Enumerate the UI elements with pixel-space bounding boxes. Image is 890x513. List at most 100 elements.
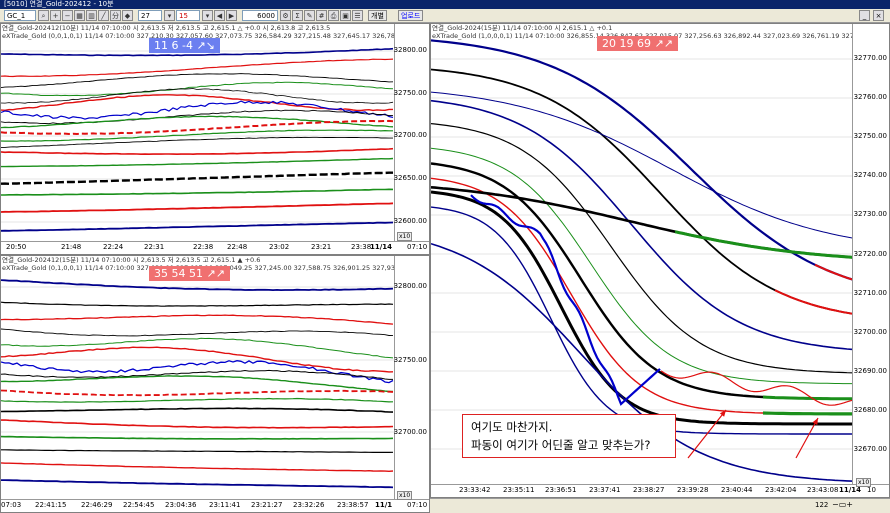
price-chart[interactable] [1,24,396,242]
individual-button[interactable]: 개별 [368,10,387,21]
y-tick-label: 32750.00 [393,356,427,364]
symbol-input[interactable]: GC_1 [4,10,36,21]
scale-button[interactable]: x10 [397,232,413,241]
chart-toolbar: GC_1 ⌕ + − ▦ ▥ ╱ 分 ◆ 27 ▾ 15 ▾ ◀ ▶ 6000 … [0,9,430,23]
apply-icon[interactable]: ⚙ [280,10,291,21]
y-axis: 32800.00 32750.00 32700.00 [394,256,429,500]
x-axis: 23:33:42 23:35:11 23:36:51 23:37:41 23:3… [431,484,889,497]
indicator-line [1,337,394,359]
signal-badge: 35 54 51 ↗↗ [149,266,230,281]
y-tick-label: 32670.00 [853,445,887,453]
price-chart[interactable] [1,256,396,502]
prev-icon[interactable]: ◀ [214,10,225,21]
chart-panel-bottom-left[interactable]: 연결_Gold-202412(15분) 11/14 07:10:00 시 2,6… [0,255,430,513]
window-title: [5010] 연결_Gold-202412 - 10분 [0,0,890,9]
x-tick-label: 21:48 [61,243,82,251]
indicator-line [1,419,394,429]
x-tick-label: 23:02 [269,243,290,251]
bar-icon[interactable]: ▥ [86,10,97,21]
line-icon[interactable]: ╱ [98,10,109,21]
indicator-line [762,411,855,416]
next-icon[interactable]: ▶ [226,10,237,21]
settings-icon[interactable]: ☰ [352,10,363,21]
y-tick-label: 32770.00 [853,54,887,62]
y-tick-label: 32690.00 [853,367,887,375]
x-axis: 20:50 21:48 22:24 22:31 22:38 22:48 23:0… [1,241,429,254]
tick-icon[interactable]: ◆ [122,10,133,21]
minimize-icon[interactable]: _ [859,10,870,21]
x-tick-label: 23:04:36 [165,501,197,509]
y-tick-label: 32720.00 [853,250,887,258]
chart-panel-top-left[interactable]: 연결_Gold-202412(10분) 11/14 07:10:00 시 2,6… [0,23,430,255]
search-icon[interactable]: ⌕ [38,10,49,21]
x-tick-label: 11/14 [370,243,393,251]
zoom-controls-icon[interactable]: −▭+ [832,500,853,509]
chevron-down-icon[interactable]: ▾ [164,10,175,21]
x-tick-label: 23:21 [311,243,332,251]
indicator-line [1,171,393,186]
y-tick-label: 32700.00 [393,131,427,139]
x-tick-label: 07:03 [1,501,22,509]
x-tick-label: 23:32:26 [293,501,325,509]
period2-input[interactable]: 15 [176,10,200,21]
x-tick-label: 23:39:28 [677,486,709,494]
x-tick-label: 22:38 [193,243,214,251]
x-tick-label: 23:40:44 [721,486,753,494]
zoom-level: 122 [815,501,829,509]
annotation-line: 여기도 마찬가지. [471,420,553,434]
indicator-line [1,147,394,156]
x-tick-label: 23:33:42 [459,486,491,494]
x-tick-label: 23:21:27 [251,501,283,509]
scale-button[interactable]: x10 [856,478,872,487]
indicator-line [1,375,393,393]
indicator-line [431,206,855,435]
indicator-line [431,147,855,385]
signal-badge: 20 19 69 ↗↗ [597,36,678,51]
annotation-line: 파동이 여기가 어딘줄 알고 맞추는가? [471,438,651,452]
y-tick-label: 32760.00 [853,93,887,101]
draw-icon[interactable]: ✎ [304,10,315,21]
indicator-line [1,301,394,307]
period-input[interactable]: 27 [138,10,162,21]
x-tick-label: 22:24 [103,243,124,251]
y-tick-label: 32750.00 [853,132,887,140]
x-tick-label: 23:35:11 [503,486,535,494]
count-input[interactable]: 6000 [242,10,278,21]
right-toolbar: _ × [430,9,890,23]
indicator-line [1,202,394,213]
x-tick-label: 07:10 [407,501,428,509]
scale-button[interactable]: x10 [397,491,413,500]
y-axis: 32770.00 32760.00 32750.00 32740.00 3273… [852,24,889,485]
x-tick-label: 11/1 [375,501,393,509]
indicator-line [1,369,393,380]
x-tick-label: 20:50 [6,243,27,251]
x-tick-label: 23:11:41 [209,501,241,509]
indicator-line [1,119,394,136]
upload-button[interactable]: 업로드 [398,10,424,21]
chart-scrollbar[interactable]: 122 −▭+ [430,498,890,513]
indicator-line [431,39,855,282]
y-tick-label: 32680.00 [853,406,887,414]
chart-icon[interactable]: ▦ [74,10,85,21]
x-tick-label: 23:38:27 [633,486,665,494]
close-icon[interactable]: × [873,10,884,21]
y-tick-label: 32700.00 [393,428,427,436]
zoom-out-icon[interactable]: − [62,10,73,21]
x-tick-label: 11/14 [839,486,862,494]
x-tick-label: 22:31 [144,243,165,251]
zoom-in-icon[interactable]: + [50,10,61,21]
print-icon[interactable]: ⎙ [328,10,339,21]
chevron-down-icon[interactable]: ▾ [202,10,213,21]
indicator-line [1,360,394,384]
minute-icon[interactable]: 分 [110,10,121,21]
indicator-line [1,94,393,112]
x-tick-label: 10 [867,486,876,494]
x-tick-label: 23:38 [351,243,372,251]
save-icon[interactable]: ▣ [340,10,351,21]
indicator-line [1,435,394,440]
x-tick-label: 23:36:51 [545,486,577,494]
indicator-line [1,136,393,148]
indicator-icon[interactable]: Σ [292,10,303,21]
y-tick-label: 32800.00 [393,46,427,54]
grid-icon[interactable]: # [316,10,327,21]
